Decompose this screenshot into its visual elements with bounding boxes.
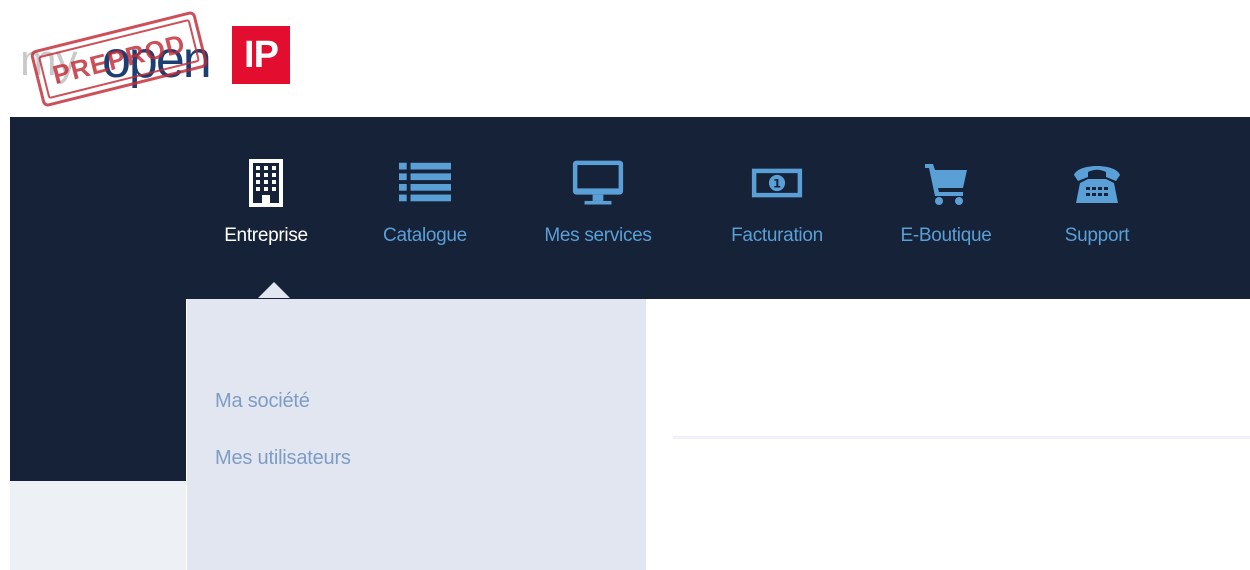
cart-icon (920, 157, 972, 209)
preprod-stamp: PREPROD (29, 10, 209, 108)
nav-item-facturation[interactable]: 1 Facturation (718, 157, 836, 267)
nav-item-catalogue[interactable]: Catalogue (372, 157, 478, 267)
nav-label-facturation: Facturation (731, 225, 823, 246)
nav-label-entreprise: Entreprise (224, 225, 308, 246)
nav-item-entreprise[interactable]: Entreprise (214, 157, 318, 267)
nav-item-support[interactable]: Support (1052, 157, 1142, 267)
nav-item-mes-services[interactable]: Mes services (532, 157, 664, 267)
svg-text:1: 1 (773, 176, 781, 190)
active-caret (258, 282, 290, 298)
nav-label-catalogue: Catalogue (383, 225, 467, 246)
nav-item-e-boutique[interactable]: E-Boutique (888, 157, 1004, 267)
logo[interactable]: my open IP PREPROD (20, 10, 310, 108)
navbar-left-extension (10, 299, 186, 481)
banknote-icon: 1 (751, 157, 803, 209)
nav-label-support: Support (1064, 225, 1130, 246)
content-divider (673, 436, 1250, 439)
app-root: my open IP PREPROD Entreprise Catalogue … (0, 0, 1250, 570)
telephone-icon (1071, 157, 1123, 209)
logo-badge: IP (232, 26, 290, 84)
left-content-panel (10, 481, 186, 570)
building-icon (240, 157, 292, 209)
nav-label-mes-services: Mes services (544, 225, 652, 246)
dropdown-item-mes-utilisateurs[interactable]: Mes utilisateurs (215, 447, 351, 470)
dropdown-item-ma-societe[interactable]: Ma société (215, 390, 310, 413)
nav-label-e-boutique: E-Boutique (900, 225, 992, 246)
list-icon (399, 157, 451, 209)
header: my open IP PREPROD (0, 0, 1250, 117)
monitor-icon (572, 157, 624, 209)
entreprise-dropdown: Ma société Mes utilisateurs (187, 299, 646, 570)
